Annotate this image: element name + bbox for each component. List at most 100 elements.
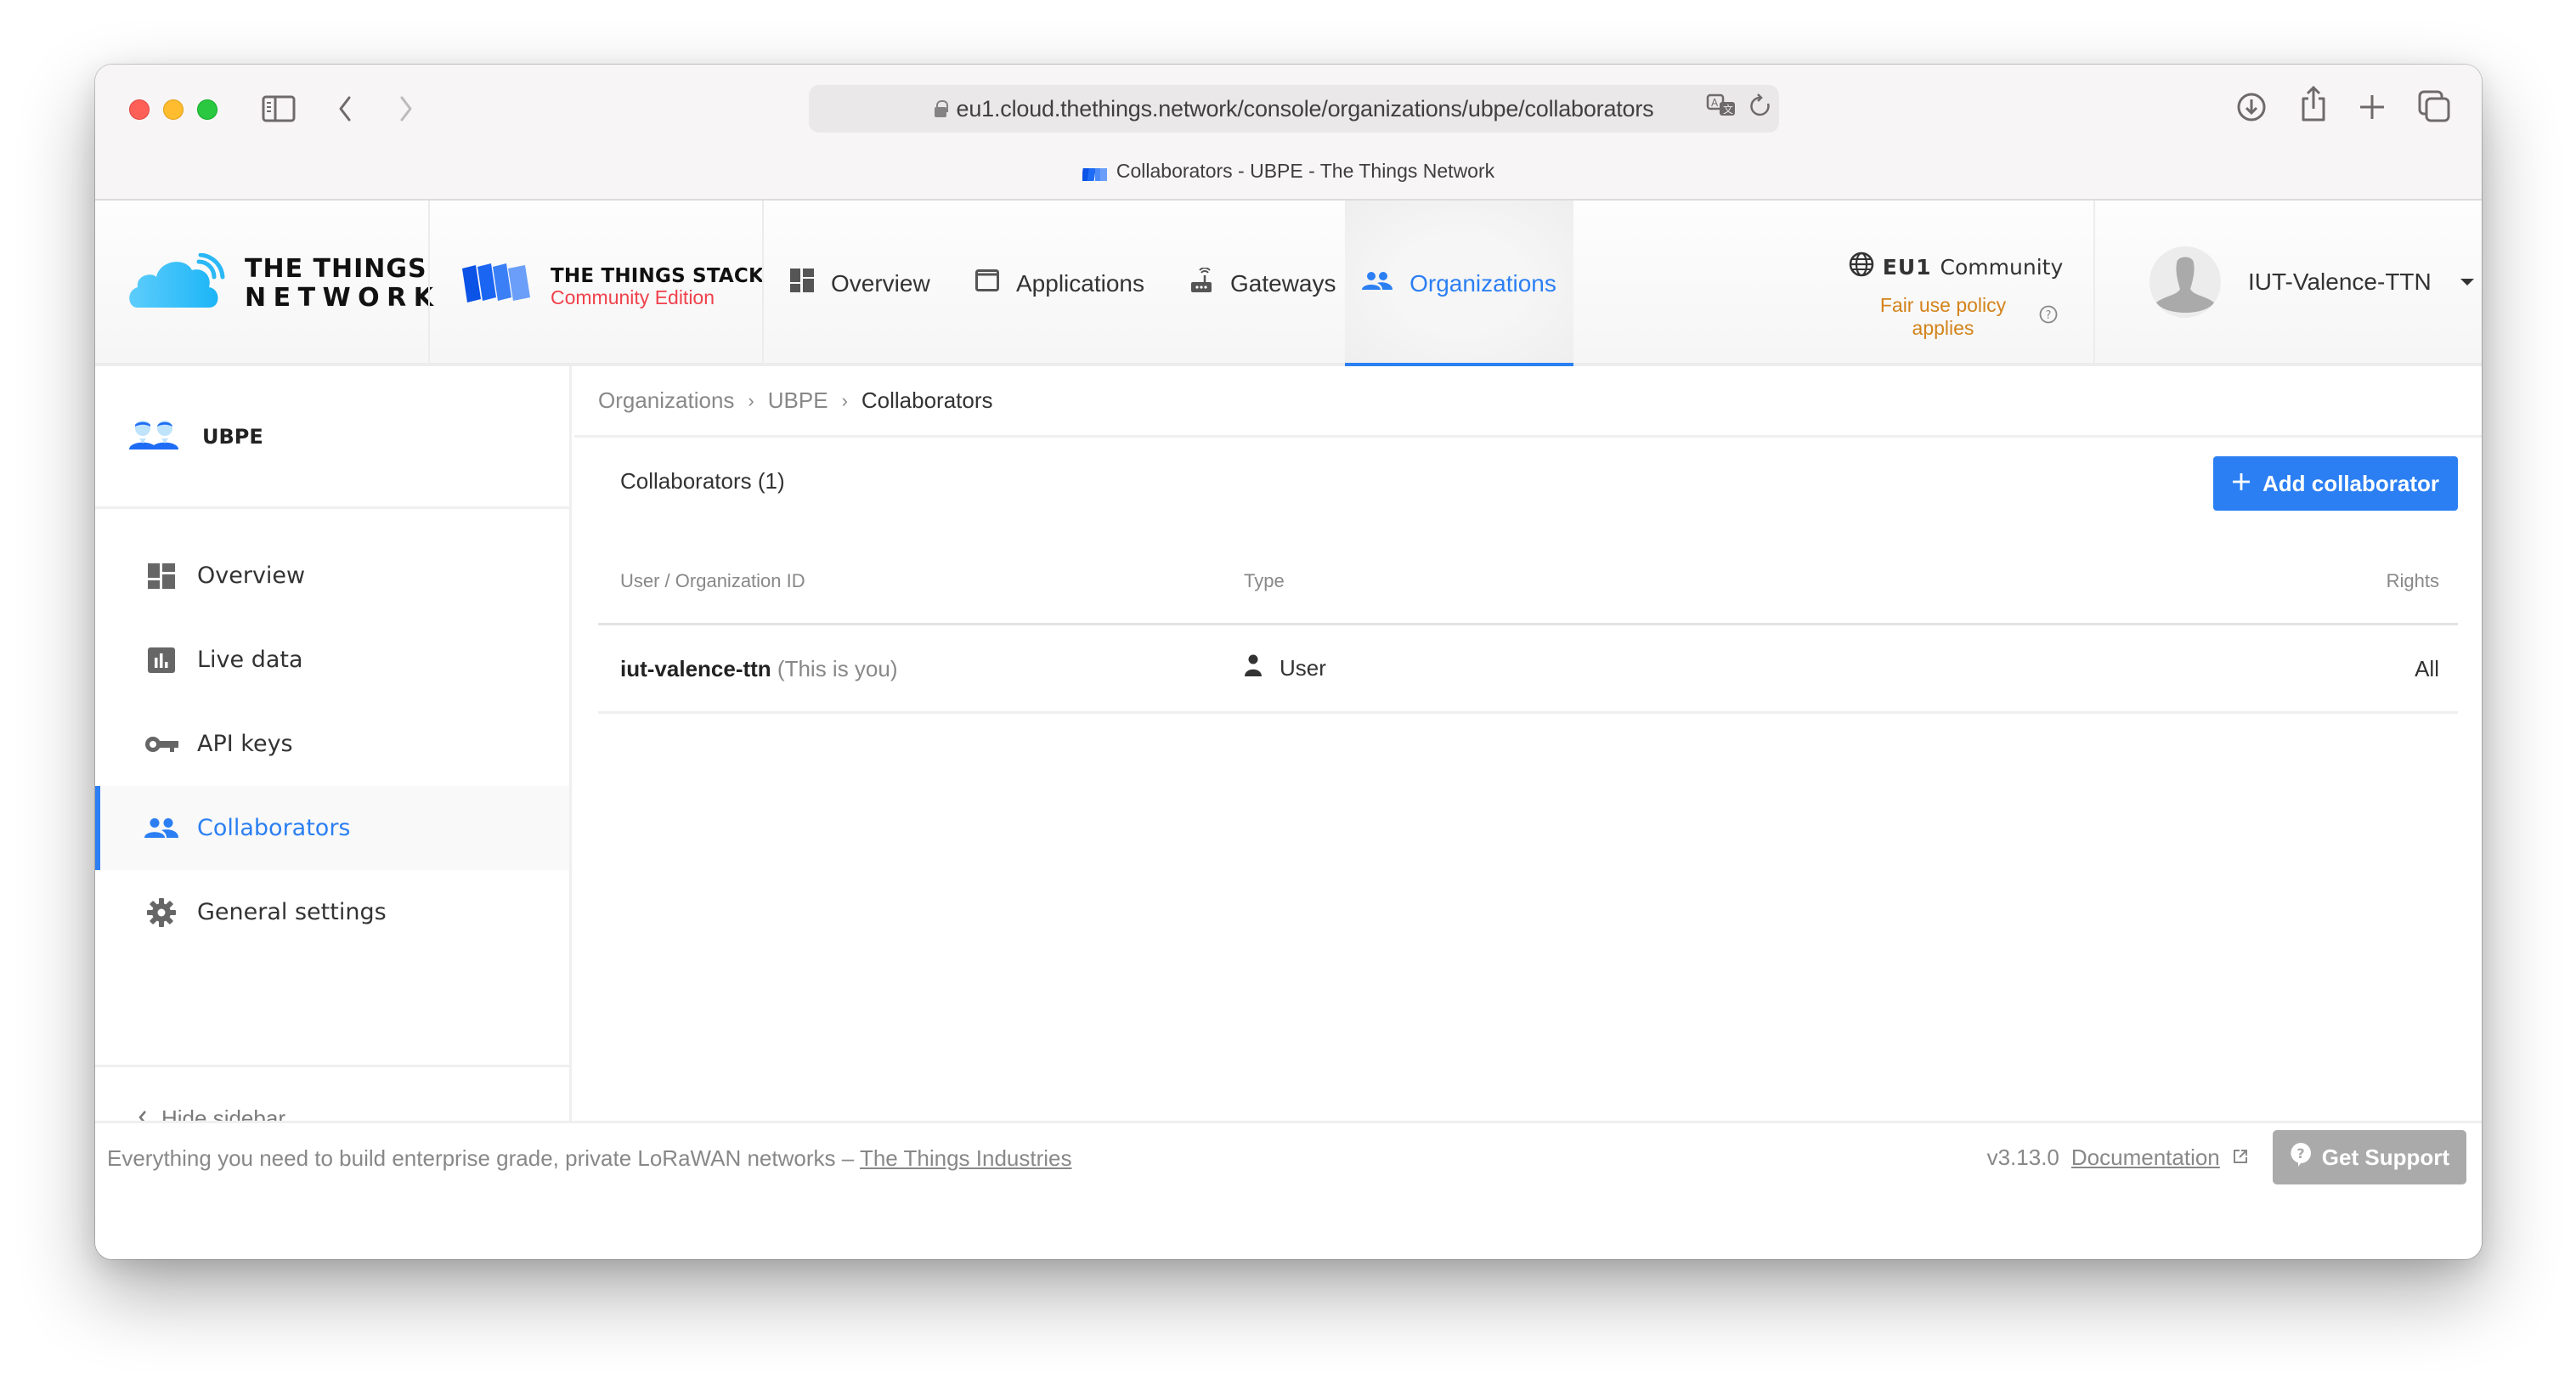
svg-text:?: ? bbox=[2046, 309, 2052, 322]
dashboard-icon bbox=[790, 269, 814, 298]
column-header-type[interactable]: Type bbox=[1244, 570, 1285, 592]
add-collaborator-label: Add collaborator bbox=[2262, 470, 2439, 496]
key-icon bbox=[144, 729, 178, 760]
add-collaborator-button[interactable]: Add collaborator bbox=[2212, 456, 2458, 511]
browser-window: eu1.cloud.thethings.network/console/orga… bbox=[95, 65, 2482, 1259]
collaborator-rights: All bbox=[2415, 656, 2439, 681]
minimize-window-button[interactable] bbox=[163, 99, 184, 120]
tti-link[interactable]: The Things Industries bbox=[860, 1145, 1072, 1171]
username: IUT-Valence-TTN bbox=[2248, 269, 2432, 295]
avatar bbox=[2149, 246, 2221, 318]
this-is-you-note: (This is you) bbox=[777, 656, 898, 681]
get-support-button[interactable]: ? Get Support bbox=[2272, 1130, 2466, 1184]
nav-applications[interactable]: Applications bbox=[975, 201, 1144, 366]
nav-organizations[interactable]: Organizations bbox=[1345, 201, 1573, 370]
column-header-rights[interactable]: Rights bbox=[2387, 570, 2439, 592]
header-divider bbox=[2093, 201, 2095, 363]
new-tab-icon[interactable] bbox=[2359, 93, 2386, 121]
dashboard-icon bbox=[144, 561, 178, 591]
ttn-logo[interactable]: THE THINGS NETWORK bbox=[126, 252, 441, 314]
sidebar-toggle-icon[interactable] bbox=[262, 95, 296, 122]
nav-organizations-label: Organizations bbox=[1409, 269, 1556, 297]
organization-entity-icon bbox=[129, 418, 178, 455]
chevron-right-icon: › bbox=[748, 389, 754, 411]
footer: Everything you need to build enterprise … bbox=[95, 1121, 2482, 1259]
sidebar-item-collaborators[interactable]: Collaborators bbox=[95, 786, 569, 870]
chevron-right-icon: › bbox=[841, 389, 848, 411]
gateway-icon bbox=[1189, 267, 1213, 299]
cluster-label: Community bbox=[1940, 254, 2064, 280]
footer-tagline-text: Everything you need to build enterprise … bbox=[107, 1145, 855, 1171]
url-text: eu1.cloud.thethings.network/console/orga… bbox=[956, 95, 1654, 122]
back-icon[interactable] bbox=[336, 95, 353, 122]
downloads-icon[interactable] bbox=[2236, 92, 2267, 122]
collaborator-type-cell: User bbox=[1244, 654, 1326, 682]
lock-icon bbox=[934, 100, 948, 117]
sidebar-item-label: Collaborators bbox=[197, 815, 351, 841]
sidebar-item-api-keys[interactable]: API keys bbox=[95, 702, 569, 786]
column-header-id[interactable]: User / Organization ID bbox=[620, 570, 805, 592]
close-window-button[interactable] bbox=[129, 99, 150, 120]
header-divider bbox=[762, 201, 764, 363]
nav-applications-label: Applications bbox=[1016, 269, 1144, 297]
forward-icon[interactable] bbox=[398, 95, 415, 122]
nav-overview-label: Overview bbox=[831, 269, 930, 297]
translate-icon[interactable]: A文 bbox=[1706, 93, 1738, 123]
sidebar-item-live-data[interactable]: Live data bbox=[95, 618, 569, 702]
sidebar-entity-header: UBPE bbox=[95, 366, 569, 509]
tab-title: Collaborators - UBPE - The Things Networ… bbox=[1116, 160, 1495, 182]
sidebar-item-label: Overview bbox=[197, 562, 306, 589]
cluster-info: EU1 Community Fair use policy applies ? bbox=[1849, 252, 2063, 340]
sidebar-item-general-settings[interactable]: General settings bbox=[95, 870, 569, 954]
section-title: Collaborators (1) bbox=[620, 468, 785, 494]
tts-logo[interactable]: THE THINGS STACK Community Edition bbox=[459, 262, 764, 310]
tts-stack-icon bbox=[459, 262, 537, 310]
cluster-region: EU1 bbox=[1882, 254, 1932, 280]
tab-overview-icon[interactable] bbox=[2418, 90, 2450, 122]
ttn-logo-line1: THE THINGS bbox=[245, 253, 427, 284]
user-icon bbox=[1244, 654, 1263, 682]
collaborators-table: User / Organization ID Type Rights iut-v… bbox=[598, 536, 2458, 714]
plus-icon bbox=[2232, 471, 2251, 497]
sidebar-item-label: General settings bbox=[197, 899, 387, 925]
table-row[interactable]: iut-valence-ttn (This is you) User All bbox=[598, 625, 2458, 714]
tts-logo-line2: Community Edition bbox=[551, 285, 715, 308]
tts-logo-line1: THE THINGS STACK bbox=[551, 264, 765, 287]
fair-use-link[interactable]: Fair use policy applies ? bbox=[1854, 294, 2058, 340]
address-bar[interactable]: eu1.cloud.thethings.network/console/orga… bbox=[809, 85, 1779, 133]
share-icon[interactable] bbox=[2300, 85, 2327, 122]
nav-gateways[interactable]: Gateways bbox=[1189, 201, 1336, 366]
sidebar-footer-divider bbox=[95, 1065, 569, 1067]
collaborator-id-cell: iut-valence-ttn (This is you) bbox=[620, 656, 898, 682]
sidebar-item-overview[interactable]: Overview bbox=[95, 534, 569, 618]
header-divider bbox=[428, 201, 430, 363]
help-circle-icon: ? bbox=[2039, 305, 2058, 329]
collaborators-icon bbox=[144, 813, 178, 844]
sidebar: UBPE Overview Live data API keys Collabo… bbox=[95, 366, 572, 1131]
breadcrumb-ubpe[interactable]: UBPE bbox=[768, 387, 828, 414]
ttn-logo-line2: NETWORK bbox=[245, 282, 441, 313]
svg-text:文: 文 bbox=[1723, 103, 1733, 116]
app-header: THE THINGS NETWORK THE THINGS STACK Comm… bbox=[95, 201, 2482, 370]
user-menu[interactable]: IUT-Valence-TTN bbox=[2149, 246, 2474, 318]
footer-tagline: Everything you need to build enterprise … bbox=[107, 1145, 1072, 1172]
fair-use-text: Fair use policy applies bbox=[1879, 294, 2007, 339]
gear-icon bbox=[144, 897, 178, 928]
collaborator-id: iut-valence-ttn bbox=[620, 656, 771, 681]
version-label: v3.13.0 bbox=[1986, 1144, 2059, 1170]
breadcrumb-collaborators: Collaborators bbox=[861, 387, 993, 413]
nav-overview[interactable]: Overview bbox=[790, 201, 930, 366]
get-support-label: Get Support bbox=[2321, 1144, 2449, 1170]
application-icon bbox=[975, 269, 999, 297]
organization-icon bbox=[1362, 270, 1393, 297]
documentation-link[interactable]: Documentation bbox=[2071, 1145, 2220, 1171]
breadcrumb-organizations[interactable]: Organizations bbox=[598, 387, 734, 414]
zoom-window-button[interactable] bbox=[197, 99, 217, 120]
svg-text:?: ? bbox=[2296, 1145, 2304, 1162]
breadcrumb: Organizations › UBPE › Collaborators bbox=[574, 366, 2482, 438]
reload-icon[interactable] bbox=[1750, 93, 1771, 123]
sidebar-entity-name: UBPE bbox=[202, 424, 263, 449]
active-tab[interactable]: Collaborators - UBPE - The Things Networ… bbox=[95, 160, 2482, 183]
table-header: User / Organization ID Type Rights bbox=[598, 536, 2458, 625]
sidebar-item-label: API keys bbox=[197, 731, 293, 757]
